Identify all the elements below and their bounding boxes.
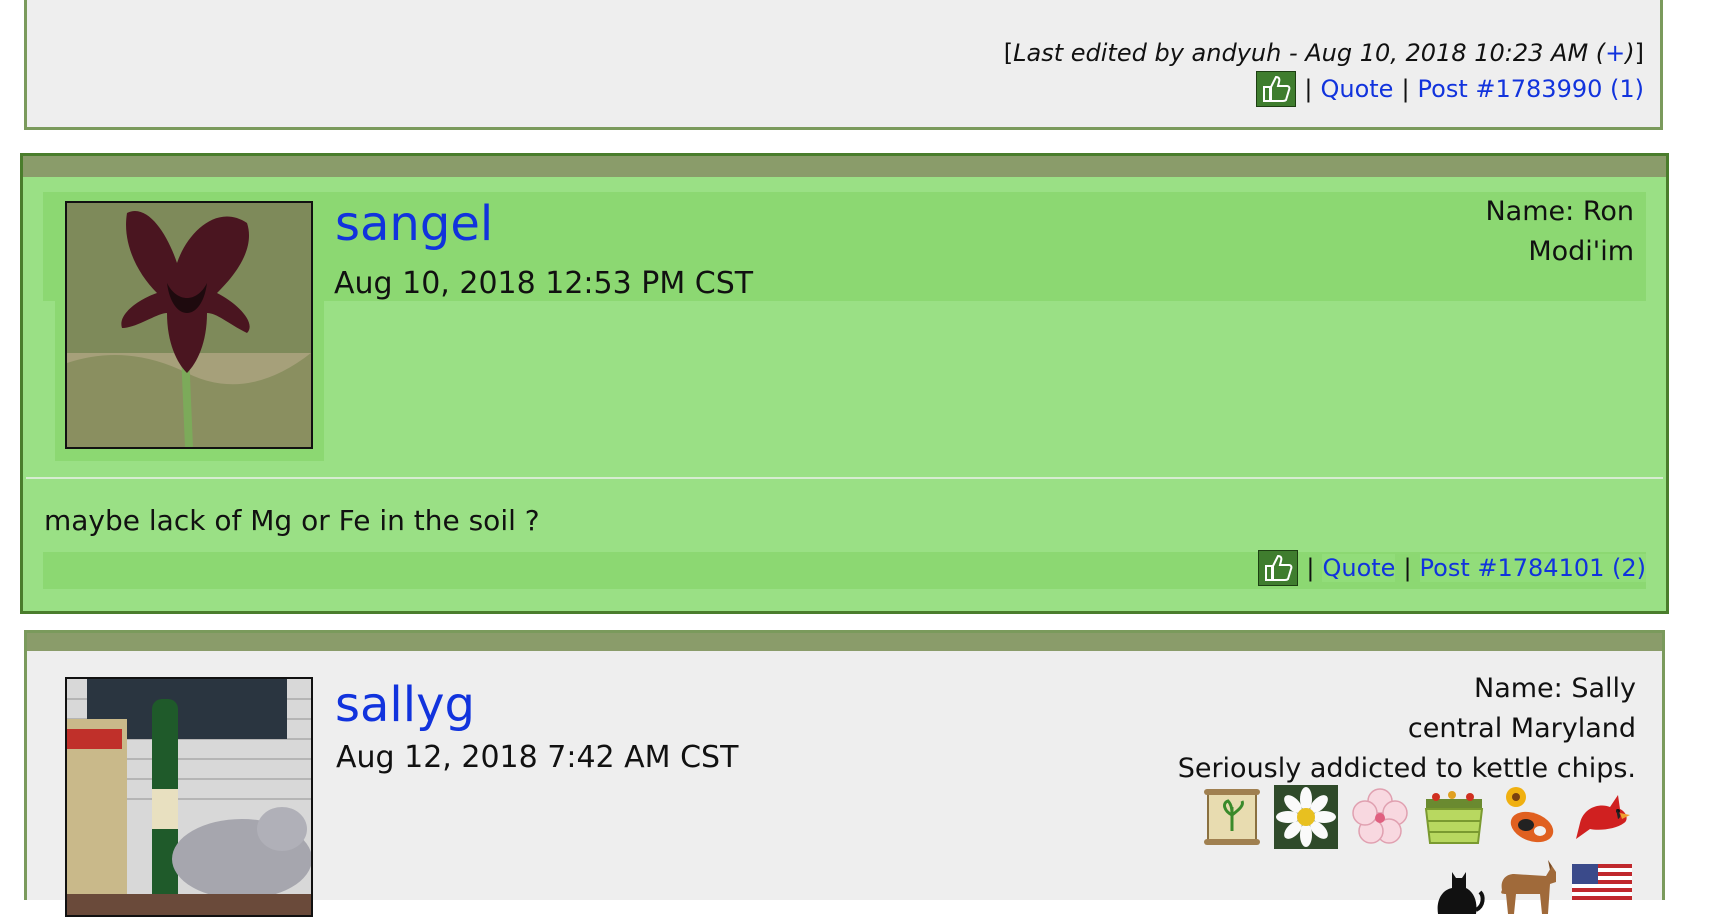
post-actions: | Quote | Post #1784101 (2) <box>1258 550 1646 586</box>
user-info: Name: Ron Modi'im <box>1477 192 1642 272</box>
post-1783990: [Last edited by andyuh - Aug 10, 2018 10… <box>24 0 1663 130</box>
avatar[interactable] <box>65 677 313 917</box>
daisy-badge-icon[interactable] <box>1274 785 1338 849</box>
username-link[interactable]: sangel <box>333 196 496 252</box>
user-badges-row-2 <box>1422 850 1634 914</box>
post-permalink[interactable]: Post #1784101 (2) <box>1419 554 1646 582</box>
user-info: Name: Sally central Maryland Seriously a… <box>1178 669 1636 789</box>
quote-button[interactable]: Quote <box>1322 554 1396 582</box>
post-date: Aug 12, 2018 7:42 AM CST <box>336 740 739 775</box>
post-actions: | Quote | Post #1783990 (1) <box>1256 71 1644 107</box>
username-link[interactable]: sallyg <box>335 677 475 733</box>
post-body: maybe lack of Mg or Fe in the soil ? <box>44 504 540 537</box>
thumbs-up-icon[interactable] <box>1258 550 1299 586</box>
separator: | <box>1304 75 1313 103</box>
dog-badge-icon[interactable] <box>1496 850 1560 914</box>
separator: | <box>1403 554 1412 582</box>
avatar[interactable] <box>65 201 313 449</box>
post-1784101: sangel Aug 10, 2018 12:53 PM CST Name: R… <box>20 153 1669 614</box>
scroll-plant-badge-icon[interactable] <box>1200 785 1264 849</box>
garden-bed-badge-icon[interactable] <box>1422 785 1486 849</box>
sunflower-koi-badge-icon[interactable] <box>1496 785 1560 849</box>
user-real-name: Name: Sally <box>1474 673 1636 704</box>
cardinal-badge-icon[interactable] <box>1570 785 1634 849</box>
separator: | <box>1306 554 1315 582</box>
separator: | <box>1401 75 1410 103</box>
user-badges <box>1200 785 1634 849</box>
last-edited-note: [Last edited by andyuh - Aug 10, 2018 10… <box>1003 39 1644 67</box>
quote-button[interactable]: Quote <box>1320 75 1393 103</box>
post-title-bar <box>27 633 1662 651</box>
edit-history-link[interactable]: + <box>1605 39 1625 67</box>
post-title-bar <box>23 156 1666 177</box>
thumbs-up-icon[interactable] <box>1256 71 1297 107</box>
user-location: Modi'im <box>1528 236 1634 267</box>
post-permalink[interactable]: Post #1783990 (1) <box>1418 75 1644 103</box>
pink-flower-badge-icon[interactable] <box>1348 785 1412 849</box>
us-flag-badge-icon[interactable] <box>1570 850 1634 914</box>
post-divider <box>26 477 1663 479</box>
post-sallyg: sallyg Aug 12, 2018 7:42 AM CST Name: Sa… <box>24 630 1665 917</box>
user-tagline: Seriously addicted to kettle chips. <box>1177 753 1636 784</box>
user-real-name: Name: Ron <box>1485 196 1634 227</box>
black-cat-badge-icon[interactable] <box>1422 850 1486 914</box>
post-date: Aug 10, 2018 12:53 PM CST <box>334 266 754 301</box>
user-location: central Maryland <box>1407 713 1636 744</box>
